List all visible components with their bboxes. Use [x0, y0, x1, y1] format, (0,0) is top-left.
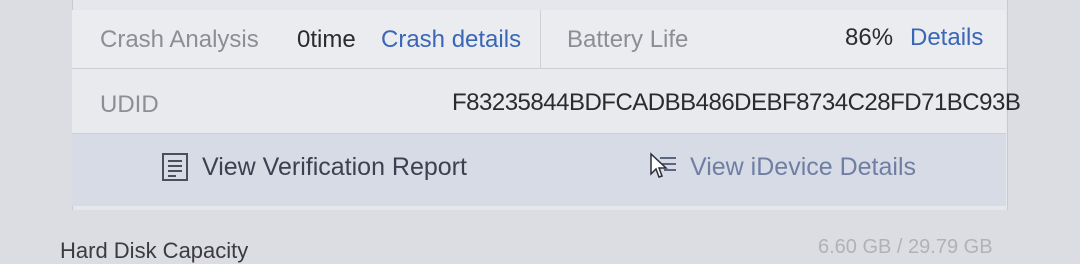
row-divider: [540, 10, 541, 68]
udid-value: F83235844BDFCADBB486DEBF8734C28FD71BC93B: [452, 89, 1021, 116]
view-idevice-details-label: View iDevice Details: [690, 152, 917, 181]
battery-details-link[interactable]: Details: [910, 24, 983, 52]
crash-details-link[interactable]: Crash details: [381, 26, 521, 54]
crash-count-value: 0time: [297, 26, 356, 53]
report-document-icon: [162, 153, 188, 181]
view-verification-report-button[interactable]: View Verification Report: [160, 152, 467, 182]
udid-label: UDID: [100, 91, 159, 118]
view-verification-report-label: View Verification Report: [202, 152, 467, 181]
device-details-list-icon: [650, 152, 676, 178]
view-idevice-details-button[interactable]: View iDevice Details: [648, 152, 916, 182]
hard-disk-capacity-label: Hard Disk Capacity: [60, 238, 249, 263]
crash-analysis-label: Crash Analysis: [100, 26, 259, 53]
hard-disk-capacity-value: 6.60 GB / 29.79 GB: [818, 236, 993, 258]
battery-life-value: 86%: [845, 24, 894, 51]
battery-life-label: Battery Life: [567, 26, 689, 53]
